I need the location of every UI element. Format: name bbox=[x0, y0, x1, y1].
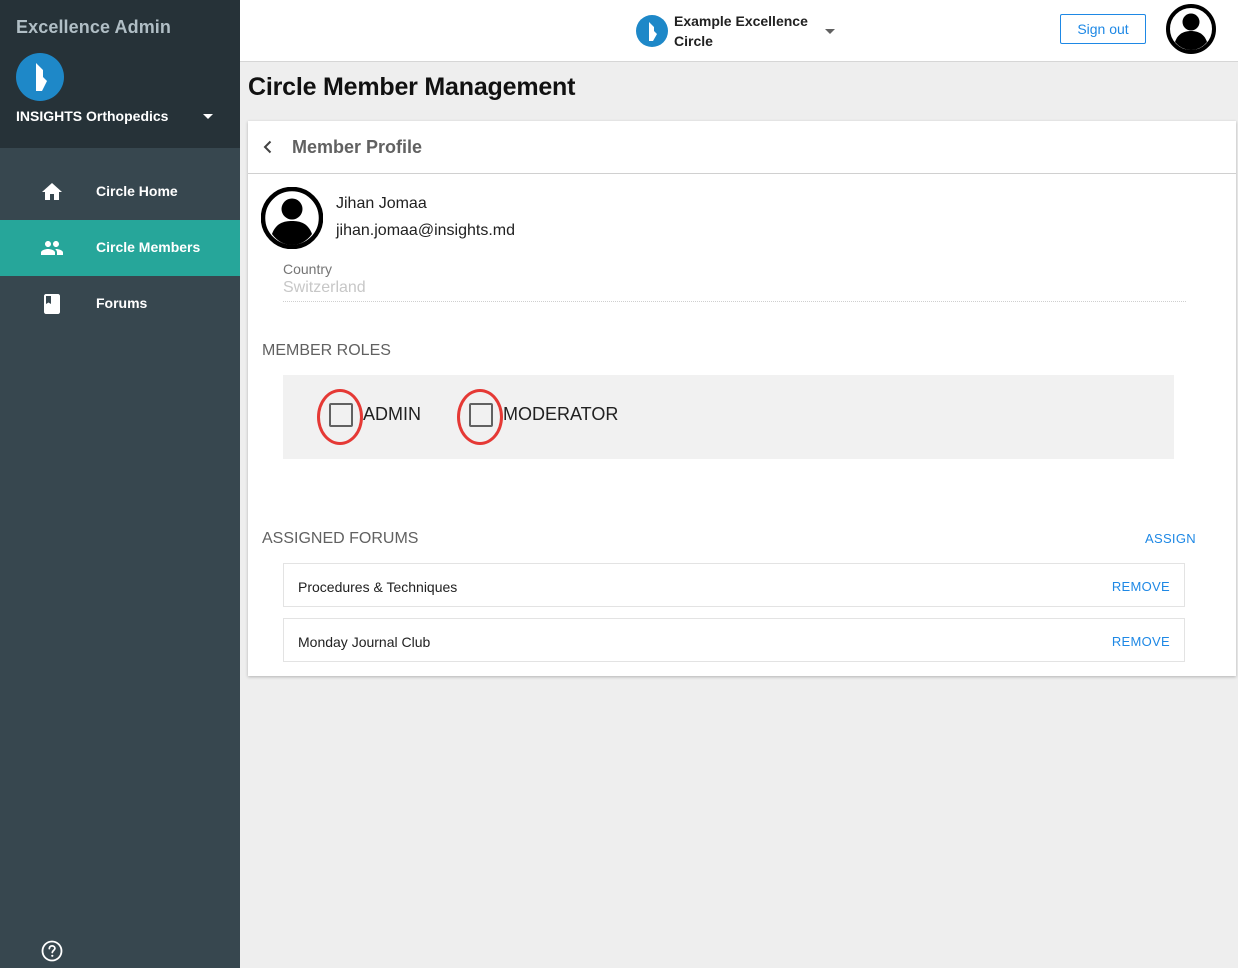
country-label: Country bbox=[283, 261, 333, 277]
country-field-underline bbox=[283, 301, 1186, 302]
admin-checkbox-label[interactable]: ADMIN bbox=[363, 404, 421, 425]
role-moderator[interactable]: MODERATOR bbox=[443, 375, 663, 459]
user-avatar-icon[interactable] bbox=[1166, 4, 1216, 54]
people-icon bbox=[41, 241, 63, 255]
member-roles-panel: ADMIN MODERATOR bbox=[283, 375, 1174, 459]
remove-forum-button[interactable]: REMOVE bbox=[1112, 634, 1170, 649]
assigned-forums-heading: ASSIGNED FORUMS bbox=[262, 530, 419, 547]
top-bar: Example Excellence Circle Sign out bbox=[240, 0, 1238, 62]
back-chevron-icon[interactable] bbox=[258, 137, 278, 157]
sidebar-item-circle-members[interactable]: Circle Members bbox=[0, 220, 240, 276]
role-admin[interactable]: ADMIN bbox=[283, 375, 443, 459]
circle-logo-icon bbox=[636, 15, 668, 47]
sidebar-item-label: Forums bbox=[96, 295, 148, 311]
help-icon[interactable] bbox=[41, 940, 63, 962]
forum-row: Procedures & Techniques REMOVE bbox=[283, 563, 1185, 607]
org-logo-icon bbox=[16, 53, 64, 101]
sidebar-item-label: Circle Home bbox=[96, 183, 178, 199]
member-avatar-icon bbox=[261, 187, 323, 249]
moderator-checkbox-label[interactable]: MODERATOR bbox=[503, 404, 618, 425]
card-header: Member Profile bbox=[248, 121, 1236, 174]
forum-name: Monday Journal Club bbox=[298, 634, 431, 650]
circle-selector-label[interactable]: Example Excellence Circle bbox=[674, 11, 814, 51]
sidebar-header: Excellence Admin INSIGHTS Orthopedics bbox=[0, 0, 240, 148]
card-title: Member Profile bbox=[292, 137, 423, 157]
book-icon bbox=[44, 294, 60, 314]
remove-forum-button[interactable]: REMOVE bbox=[1112, 579, 1170, 594]
home-icon bbox=[42, 183, 62, 200]
country-field[interactable]: Switzerland bbox=[283, 279, 366, 297]
admin-checkbox[interactable] bbox=[329, 403, 353, 427]
sign-out-button[interactable]: Sign out bbox=[1060, 14, 1146, 44]
sidebar: Excellence Admin INSIGHTS Orthopedics Ci… bbox=[0, 0, 240, 968]
moderator-checkbox[interactable] bbox=[469, 403, 493, 427]
sidebar-item-forums[interactable]: Forums bbox=[0, 276, 240, 332]
forum-name: Procedures & Techniques bbox=[298, 579, 458, 595]
app-title: Excellence Admin bbox=[16, 17, 171, 37]
sidebar-item-circle-home[interactable]: Circle Home bbox=[0, 164, 240, 220]
member-name: Jihan Jomaa bbox=[336, 195, 427, 212]
circle-dropdown-icon[interactable] bbox=[825, 29, 835, 34]
page-title: Circle Member Management bbox=[248, 73, 576, 101]
member-profile-card: Member Profile Jihan Jomaa jihan.jomaa@i… bbox=[248, 121, 1236, 676]
member-roles-heading: MEMBER ROLES bbox=[262, 342, 391, 359]
assign-forum-button[interactable]: ASSIGN bbox=[1145, 531, 1196, 546]
org-selector-label[interactable]: INSIGHTS Orthopedics bbox=[16, 108, 168, 124]
sidebar-item-label: Circle Members bbox=[96, 239, 201, 255]
org-dropdown-icon[interactable] bbox=[203, 114, 213, 119]
forum-row: Monday Journal Club REMOVE bbox=[283, 618, 1185, 662]
member-email: jihan.jomaa@insights.md bbox=[336, 222, 515, 239]
